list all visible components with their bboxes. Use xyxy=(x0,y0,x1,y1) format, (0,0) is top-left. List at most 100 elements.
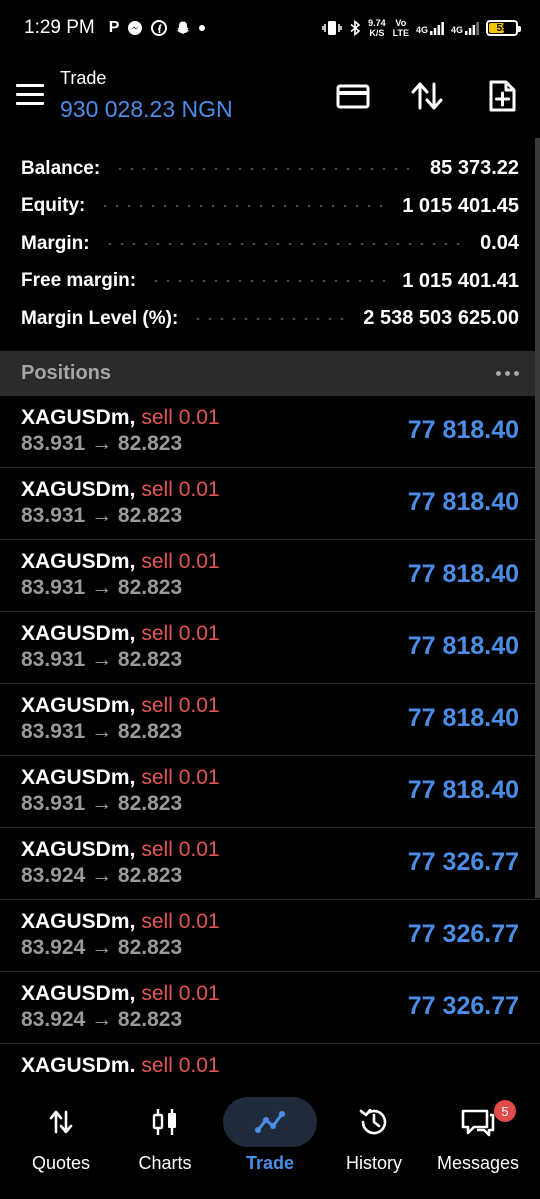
position-side: sell 0.01 xyxy=(141,982,220,1005)
position-title: XAGUSDm, sell 0.01 xyxy=(21,622,220,646)
leader-dots xyxy=(114,167,417,170)
sort-icon[interactable] xyxy=(409,78,445,114)
leader-dots xyxy=(99,205,389,208)
hamburger-icon-line xyxy=(16,102,44,105)
position-row[interactable]: XAGUSDm, sell 0.01 83.924 → 82.823 77 326.7… xyxy=(0,900,540,972)
position-row[interactable]: XAGUSDm, sell 0.01 83.924 → 82.823 77 326.7… xyxy=(0,828,540,900)
position-title: XAGUSDm, sell 0.01 xyxy=(21,694,220,718)
summary-value: 0.04 xyxy=(480,232,519,255)
position-row[interactable]: XAGUSDm, sell 0.01 83.931 → 82.823 77 818.4… xyxy=(0,684,540,756)
position-prices: 83.931 → 82.823 xyxy=(21,792,183,815)
position-side: sell 0.01 xyxy=(141,910,220,933)
position-symbol: XAGUSDm, xyxy=(21,1054,136,1072)
positions-heading: Positions xyxy=(21,362,112,384)
nav-trade[interactable]: Trade xyxy=(216,1080,324,1199)
nav-label: Charts xyxy=(138,1153,192,1173)
summary-row-margin-level: Margin Level (%): 2 538 503 625.00 xyxy=(0,300,540,338)
signal-bars-icon xyxy=(429,22,444,35)
signal-1: 4G xyxy=(416,21,444,35)
position-title: XAGUSDm, sell 0.01 xyxy=(21,478,220,502)
snapchat-icon xyxy=(177,21,190,34)
position-symbol: XAGUSDm, xyxy=(21,694,136,717)
position-title: XAGUSDm, sell 0.01 xyxy=(21,982,220,1006)
position-title: XAGUSDm, sell 0.01 xyxy=(21,1054,220,1072)
messenger-icon xyxy=(128,21,143,35)
position-row[interactable]: XAGUSDm, sell 0.01 83.924 → 82.823 77 326.7… xyxy=(0,972,540,1044)
trade-icon xyxy=(250,1102,290,1142)
vibrate-icon xyxy=(322,21,342,35)
position-row[interactable]: XAGUSDm, sell 0.01 83.931 → 82.823 77 818.4… xyxy=(0,756,540,828)
nav-messages[interactable]: 5 Messages xyxy=(424,1080,532,1199)
position-title: XAGUSDm, sell 0.01 xyxy=(21,406,220,430)
volte-indicator: Vo LTE xyxy=(392,18,409,38)
hamburger-icon-line xyxy=(16,84,44,87)
position-symbol: XAGUSDm, xyxy=(21,478,136,501)
position-row[interactable]: XAGUSDm, sell 0.01 83.931 → 82.823 77 818.4… xyxy=(0,612,540,684)
position-symbol: XAGUSDm, xyxy=(21,838,136,861)
messages-icon xyxy=(458,1102,498,1142)
position-title: XAGUSDm, sell 0.01 xyxy=(21,838,220,862)
summary-label: Balance: xyxy=(21,157,101,179)
position-row[interactable]: XAGUSDm, sell 0.01 83.931 → 82.823 77 818.4… xyxy=(0,396,540,468)
position-side: sell 0.01 xyxy=(141,766,220,789)
position-profit: 77 326.77 xyxy=(407,920,519,948)
account-balance: 930 028.23 NGN xyxy=(60,96,233,122)
position-symbol: XAGUSDm, xyxy=(21,982,136,1005)
position-prices: 83.931 → 82.823 xyxy=(21,720,183,743)
more-options-icon[interactable] xyxy=(496,371,519,376)
position-symbol: XAGUSDm, xyxy=(21,766,136,789)
summary-label: Free margin: xyxy=(21,270,137,292)
bluetooth-icon xyxy=(350,20,361,36)
app-header: Trade 930 028.23 NGN xyxy=(0,62,540,134)
position-side: sell 0.01 xyxy=(141,694,220,717)
leader-dots xyxy=(192,317,350,320)
data-speed: 9.74 K/S xyxy=(368,18,386,38)
position-side: sell 0.01 xyxy=(141,478,220,501)
position-prices: 83.931 → 82.823 xyxy=(21,648,183,671)
position-side: sell 0.01 xyxy=(141,622,220,645)
scrollbar[interactable] xyxy=(535,138,540,898)
summary-value: 1 015 401.41 xyxy=(402,269,519,292)
position-profit: 77 818.40 xyxy=(407,704,519,732)
position-prices: 83.931 → 82.823 xyxy=(21,576,183,599)
position-symbol: XAGUSDm, xyxy=(21,550,136,573)
nav-history[interactable]: History xyxy=(320,1080,428,1199)
position-row[interactable]: XAGUSDm, sell 0.01 xyxy=(0,1044,540,1072)
nav-label: Trade xyxy=(245,1153,295,1173)
battery-icon: 59 xyxy=(486,20,521,36)
position-profit: 77 818.40 xyxy=(407,632,519,660)
positions-section-header: Positions xyxy=(0,351,540,396)
notification-icons: P xyxy=(109,19,206,37)
leader-dots xyxy=(103,242,467,245)
position-prices: 83.924 → 82.823 xyxy=(21,936,183,959)
page-title: Trade xyxy=(60,68,107,88)
position-row[interactable]: XAGUSDm, sell 0.01 83.931 → 82.823 77 818.4… xyxy=(0,468,540,540)
more-notifications-dot xyxy=(199,25,206,31)
new-order-icon[interactable] xyxy=(484,78,520,114)
summary-row-balance: Balance: 85 373.22 xyxy=(0,150,540,188)
leader-dots xyxy=(150,280,389,283)
position-prices: 83.924 → 82.823 xyxy=(21,864,183,887)
system-icons: 9.74 K/S Vo LTE 4G 4G 59 xyxy=(322,18,521,38)
signal-bars-icon xyxy=(465,22,479,35)
position-profit: 77 818.40 xyxy=(407,560,519,588)
position-row[interactable]: XAGUSDm, sell 0.01 83.931 → 82.823 77 818.4… xyxy=(0,540,540,612)
summary-value: 85 373.22 xyxy=(430,157,519,180)
menu-button[interactable] xyxy=(16,84,44,108)
nav-label: Messages xyxy=(436,1153,520,1173)
summary-value: 1 015 401.45 xyxy=(402,194,519,217)
nav-charts[interactable]: Charts xyxy=(111,1080,219,1199)
position-profit: 77 818.40 xyxy=(407,416,519,444)
nav-quotes[interactable]: Quotes xyxy=(7,1080,115,1199)
quotes-icon xyxy=(41,1102,81,1142)
position-profit: 77 818.40 xyxy=(407,488,519,516)
summary-label: Equity: xyxy=(21,195,86,217)
position-prices: 83.931 → 82.823 xyxy=(21,504,183,527)
bottom-navigation: Quotes Charts Trade History 5 Messages xyxy=(0,1080,540,1199)
position-side: sell 0.01 xyxy=(141,838,220,861)
signal-2: 4G xyxy=(451,21,479,35)
positions-list: XAGUSDm, sell 0.01 83.931 → 82.823 77 818.4… xyxy=(0,396,540,1072)
unread-badge: 5 xyxy=(494,1100,516,1122)
deposit-card-icon[interactable] xyxy=(335,78,371,114)
summary-row-free-margin: Free margin: 1 015 401.41 xyxy=(0,263,540,301)
